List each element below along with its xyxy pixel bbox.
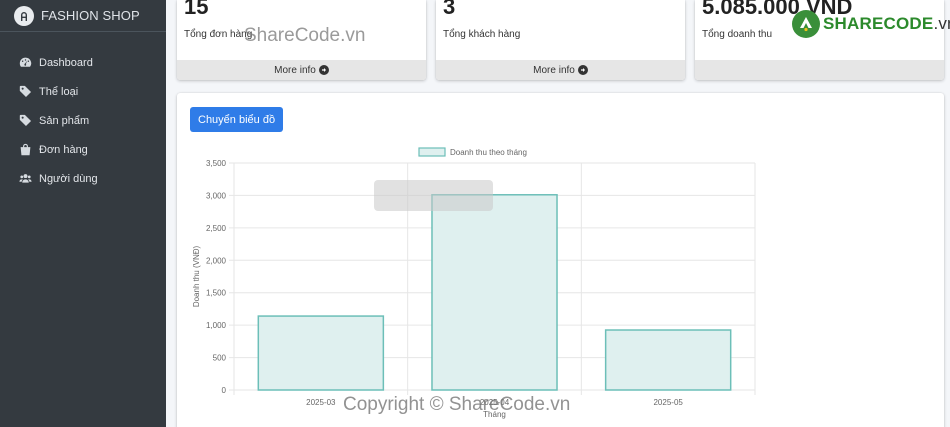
sidebar: FASHION SHOP Dashboard Thể loại Sản phẩm… [0,0,166,427]
sidebar-item-label: Người dùng [39,172,98,185]
sidebar-item-label: Đơn hàng [39,143,88,156]
revenue-footer [695,60,944,80]
y-tick-label: 2,000 [206,256,227,265]
bar-2025-04 [431,194,558,391]
sharecode-logo-icon [792,10,820,38]
customers-card: 3 Tổng khách hàng More info [436,0,685,80]
orders-count: 15 [184,0,209,19]
revenue-bar-chart: 0 500 1,000 1,500 2,000 2,500 3,000 3,500 2025-0… [192,147,756,419]
y-tick-label: 0 [222,386,227,395]
sharecode-logo: SHARECODE.vn [792,10,950,38]
brand-name: FASHION SHOP [41,8,140,23]
y-axis-title: Doanh thu (VNĐ) [192,245,201,307]
arrow-circle-right-icon [318,65,329,75]
more-info-label: More info [533,64,575,76]
orders-more-info-link[interactable]: More info [177,60,426,80]
tag-icon [18,85,32,99]
y-tick-label: 3,000 [206,191,227,200]
y-tick-label: 1,000 [206,321,227,330]
customers-label: Tổng khách hàng [443,29,521,40]
sidebar-item-orders[interactable]: Đơn hàng [0,135,166,164]
chart-tooltip [374,180,493,211]
y-tick-label: 2,500 [206,224,227,233]
y-tick-label: 3,500 [206,159,227,168]
legend-swatch [418,147,446,157]
y-tick-label: 500 [213,354,227,363]
tag-icon [18,114,32,128]
dashboard-icon [18,56,32,70]
bar-2025-05 [604,329,732,391]
sidebar-item-products[interactable]: Sản phẩm [0,106,166,135]
revenue-label: Tổng doanh thu [702,29,773,40]
x-tick-label: 2025-03 [306,398,336,407]
sidebar-item-dashboard[interactable]: Dashboard [0,48,166,77]
users-icon [18,172,32,186]
more-info-label: More info [274,64,316,76]
brand-logo-icon [14,5,34,26]
brand[interactable]: FASHION SHOP [0,0,166,32]
sidebar-nav: Dashboard Thể loại Sản phẩm Đơn hàng Ngư… [0,32,166,193]
sharecode-logo-text: SHARECODE.vn [823,14,950,33]
y-tick-label: 1,500 [206,289,227,298]
bar-2025-03 [257,315,385,391]
watermark-text: ShareCode.vn [244,25,366,46]
sidebar-item-label: Sản phẩm [39,114,90,127]
x-tick-label: 2025-05 [653,398,683,407]
shopping-bag-icon [18,143,32,157]
chart-panel: Chuyển biểu đồ 0 500 1,000 1,500 2,000 2,500 3… [177,93,944,427]
customers-more-info-link[interactable]: More info [436,60,685,80]
legend-label: Doanh thu theo tháng [450,148,527,157]
customers-count: 3 [443,0,456,19]
orders-label: Tổng đơn hàng [184,29,253,40]
sidebar-item-users[interactable]: Người dùng [0,164,166,193]
sidebar-item-label: Thể loại [39,85,79,98]
arrow-circle-right-icon [577,65,588,75]
sidebar-item-label: Dashboard [39,56,93,69]
watermark-copyright: Copyright © ShareCode.vn [343,394,571,415]
sidebar-item-categories[interactable]: Thể loại [0,77,166,106]
